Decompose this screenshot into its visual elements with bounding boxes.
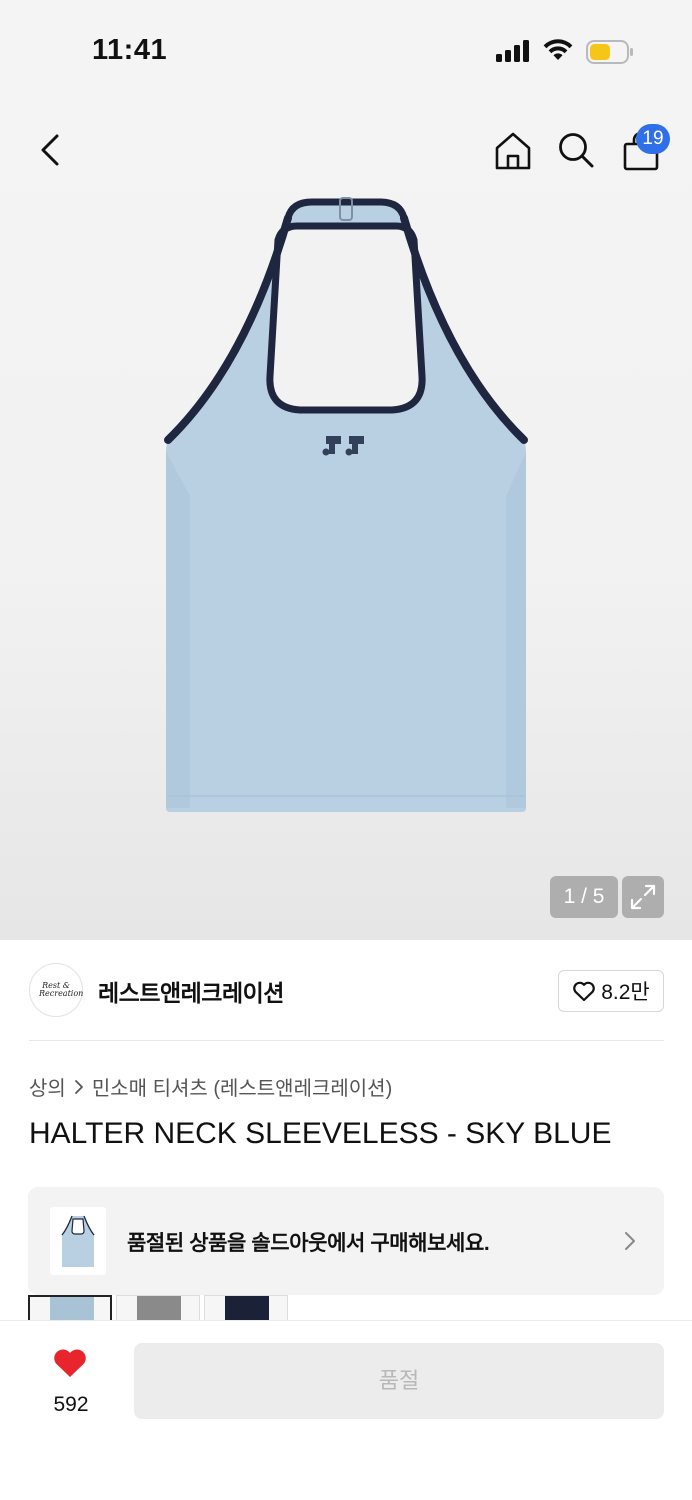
breadcrumb: 상의 민소매 티셔츠 (레스트앤레크레이션)	[29, 1072, 392, 1101]
status-time: 11:41	[92, 34, 168, 66]
breadcrumb-category[interactable]: 상의	[29, 1072, 66, 1101]
brand-like-count: 8.2만	[601, 981, 650, 1004]
search-button[interactable]	[552, 126, 600, 174]
product-hero: 11:41 19 1 / 5	[0, 0, 692, 940]
banner-product-thumbnail	[50, 1207, 106, 1275]
color-swatches	[28, 1295, 288, 1321]
back-button[interactable]	[28, 128, 72, 172]
like-button[interactable]: 592	[36, 1345, 106, 1416]
cellular-signal-icon	[496, 40, 529, 62]
top-navigation	[0, 118, 692, 188]
bottom-action-bar: 592 품절	[0, 1320, 692, 1500]
chevron-right-icon	[74, 1079, 83, 1094]
brand-like-button[interactable]: 8.2만	[558, 970, 664, 1012]
divider	[29, 1040, 664, 1041]
brand-row: Rest & Recreation 레스트앤레크레이션 8.2만	[0, 940, 692, 1040]
chevron-right-icon	[625, 1232, 635, 1250]
color-swatch-gray[interactable]	[116, 1295, 200, 1321]
expand-icon	[630, 884, 656, 910]
color-swatch-sky-blue[interactable]	[28, 1295, 112, 1321]
product-title: HALTER NECK SLEEVELESS - SKY BLUE	[29, 1117, 612, 1150]
brand-logo[interactable]: Rest & Recreation	[29, 963, 83, 1017]
sold-out-button[interactable]: 품절	[134, 1343, 664, 1419]
soldout-banner-text: 품절된 상품을 솔드아웃에서 구매해보세요.	[127, 1232, 490, 1255]
image-counter: 1 / 5	[550, 876, 618, 918]
home-icon	[495, 132, 531, 170]
like-count: 592	[53, 1393, 89, 1416]
chevron-left-icon	[41, 134, 59, 166]
status-bar: 11:41	[0, 0, 692, 100]
product-image[interactable]	[160, 196, 532, 816]
search-icon	[559, 133, 594, 168]
breadcrumb-subcategory[interactable]: 민소매 티셔츠 (레스트앤레크레이션)	[92, 1072, 392, 1101]
heart-outline-icon	[573, 981, 596, 1002]
heart-filled-icon	[54, 1349, 86, 1377]
wifi-icon	[543, 39, 573, 60]
brand-logo-text: Rest & Recreation	[39, 981, 84, 998]
soldout-banner[interactable]: 품절된 상품을 솔드아웃에서 구매해보세요.	[28, 1187, 664, 1295]
home-button[interactable]	[488, 126, 538, 176]
cart-count-badge: 19	[636, 124, 670, 154]
brand-name[interactable]: 레스트앤레크레이션	[98, 974, 284, 1008]
battery-icon	[586, 40, 633, 64]
color-swatch-navy[interactable]	[204, 1295, 288, 1321]
expand-image-button[interactable]	[622, 876, 664, 918]
